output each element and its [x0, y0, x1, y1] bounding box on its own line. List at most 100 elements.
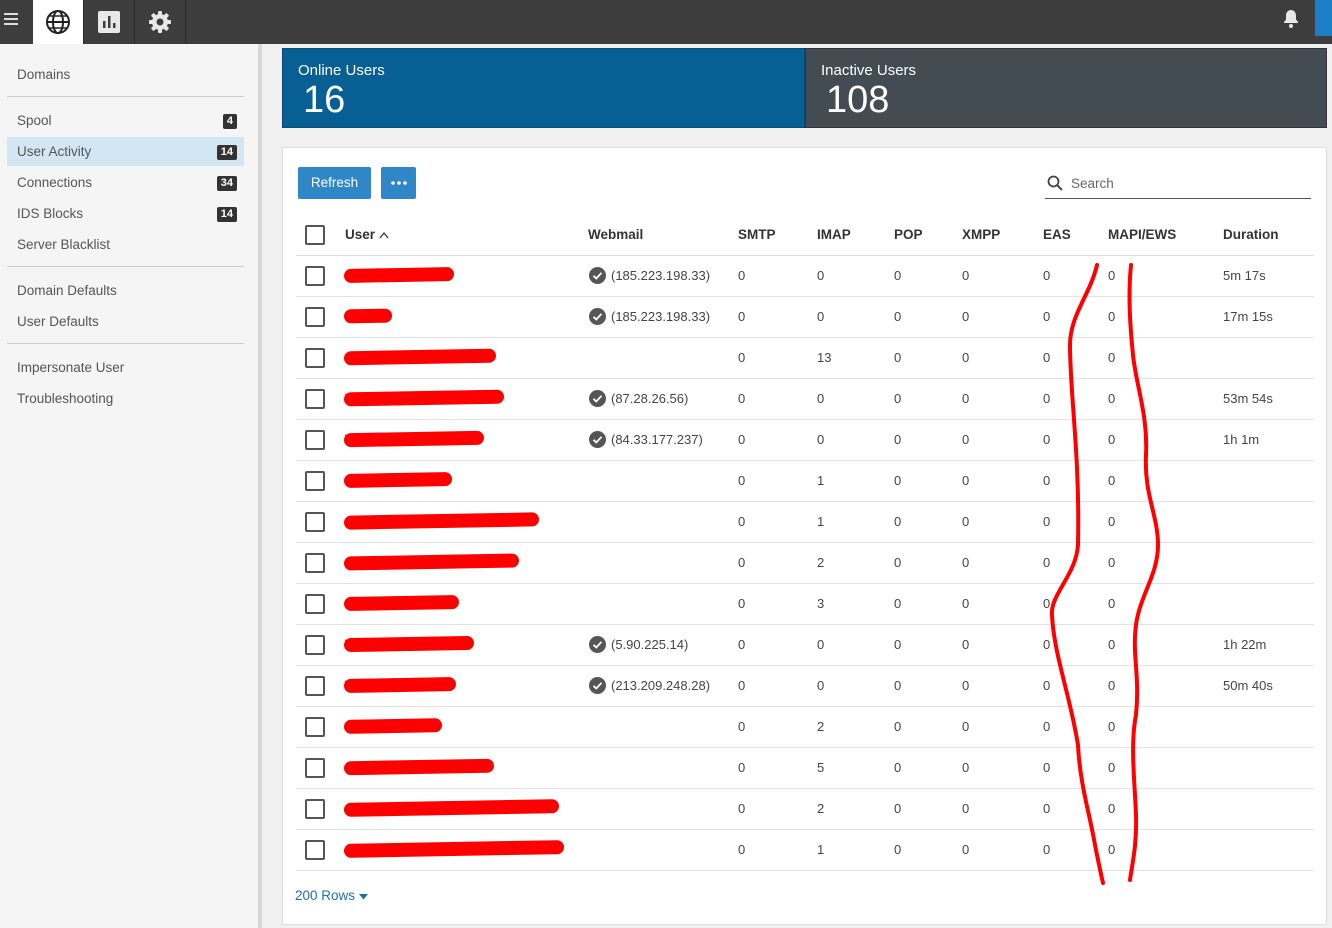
xmpp-cell: 0	[962, 350, 970, 365]
check-circle-icon	[589, 308, 606, 325]
pop-cell: 0	[894, 719, 902, 734]
redaction-mark	[343, 512, 540, 530]
row-checkbox[interactable]	[305, 307, 325, 327]
redaction-mark	[343, 840, 565, 858]
check-circle-icon	[589, 390, 606, 407]
row-checkbox[interactable]	[305, 594, 325, 614]
row-checkbox[interactable]	[305, 389, 325, 409]
redaction-mark	[343, 553, 520, 571]
inactive-users-card[interactable]: Inactive Users 108	[805, 48, 1327, 128]
sidebar-item-server-blacklist[interactable]: Server Blacklist	[7, 230, 244, 259]
imap-cell: 0	[817, 637, 825, 652]
webmail-cell: (87.28.26.56)	[589, 390, 688, 407]
redaction-mark	[343, 677, 457, 693]
tab-reports[interactable]	[84, 0, 135, 44]
duration-cell: 50m 40s	[1223, 678, 1273, 693]
sidebar-item-label: IDS Blocks	[17, 206, 84, 221]
imap-cell: 1	[817, 514, 825, 529]
online-users-card[interactable]: Online Users 16	[282, 48, 805, 128]
pop-cell: 0	[894, 391, 902, 406]
sidebar-item-domain-defaults[interactable]: Domain Defaults	[7, 276, 244, 305]
webmail-ip: (5.90.225.14)	[611, 637, 689, 652]
sidebar-resize-handle[interactable]	[258, 44, 262, 928]
row-checkbox[interactable]	[305, 799, 325, 819]
webmail-cell: (185.223.198.33)	[589, 267, 710, 284]
smtp-cell: 0	[738, 637, 746, 652]
caret-down-icon	[358, 894, 368, 900]
pop-cell: 0	[894, 678, 902, 693]
xmpp-cell: 0	[962, 678, 970, 693]
column-header-pop[interactable]: POP	[894, 227, 923, 242]
redaction-mark	[343, 348, 497, 366]
duration-cell: 5m 17s	[1223, 268, 1266, 283]
redaction-mark	[343, 758, 495, 776]
webmail-ip: (185.223.198.33)	[611, 268, 711, 283]
row-checkbox[interactable]	[305, 553, 325, 573]
tab-settings[interactable]	[135, 0, 186, 44]
row-checkbox[interactable]	[305, 717, 325, 737]
check-circle-icon	[589, 267, 606, 284]
sidebar-item-user-activity[interactable]: User Activity 14	[7, 137, 244, 166]
row-checkbox[interactable]	[305, 430, 325, 450]
sidebar-item-impersonate-user[interactable]: Impersonate User	[7, 353, 244, 382]
sidebar-item-troubleshooting[interactable]: Troubleshooting	[7, 384, 244, 413]
redaction-scribble	[1049, 263, 1161, 885]
row-checkbox[interactable]	[305, 471, 325, 491]
row-checkbox[interactable]	[305, 676, 325, 696]
more-actions-button[interactable]	[381, 167, 416, 199]
column-header-duration[interactable]: Duration	[1223, 227, 1279, 242]
smtp-cell: 0	[738, 514, 746, 529]
user-avatar[interactable]	[1315, 0, 1332, 36]
pop-cell: 0	[894, 555, 902, 570]
column-header-webmail[interactable]: Webmail	[588, 227, 643, 242]
smtp-cell: 0	[738, 309, 746, 324]
smtp-cell: 0	[738, 432, 746, 447]
online-users-count: 16	[303, 79, 346, 121]
imap-cell: 13	[817, 350, 832, 365]
hamburger-menu-icon[interactable]	[4, 10, 22, 28]
row-checkbox[interactable]	[305, 348, 325, 368]
column-header-mapi-ews[interactable]: MAPI/EWS	[1108, 227, 1176, 242]
refresh-button[interactable]: Refresh	[298, 167, 371, 199]
tab-domains[interactable]	[33, 0, 84, 44]
row-checkbox[interactable]	[305, 758, 325, 778]
column-header-user[interactable]: User	[345, 227, 389, 242]
column-header-xmpp[interactable]: XMPP	[962, 227, 1000, 242]
sidebar-item-user-defaults[interactable]: User Defaults	[7, 307, 244, 336]
sidebar-item-spool[interactable]: Spool 4	[7, 106, 244, 135]
sidebar-item-ids-blocks[interactable]: IDS Blocks 14	[7, 199, 244, 228]
imap-cell: 0	[817, 391, 825, 406]
imap-cell: 2	[817, 719, 825, 734]
notifications-bell-icon[interactable]	[1282, 9, 1300, 34]
pop-cell: 0	[894, 596, 902, 611]
sidebar-item-domains[interactable]: Domains	[7, 60, 244, 89]
xmpp-cell: 0	[962, 801, 970, 816]
smtp-cell: 0	[738, 268, 746, 283]
select-all-checkbox[interactable]	[305, 225, 325, 245]
row-checkbox[interactable]	[305, 840, 325, 860]
smtp-cell: 0	[738, 555, 746, 570]
sidebar-item-label: Connections	[17, 175, 93, 190]
row-checkbox[interactable]	[305, 512, 325, 532]
imap-cell: 0	[817, 432, 825, 447]
rows-per-page-dropdown[interactable]: 200 Rows	[295, 888, 368, 903]
webmail-ip: (185.223.198.33)	[611, 309, 711, 324]
column-header-smtp[interactable]: SMTP	[738, 227, 776, 242]
sidebar-item-label: Domains	[17, 67, 71, 82]
xmpp-cell: 0	[962, 391, 970, 406]
xmpp-cell: 0	[962, 596, 970, 611]
column-header-imap[interactable]: IMAP	[817, 227, 851, 242]
search-input[interactable]	[1071, 172, 1301, 194]
row-checkbox[interactable]	[305, 635, 325, 655]
xmpp-cell: 0	[962, 309, 970, 324]
bar-chart-icon	[98, 11, 120, 33]
row-checkbox[interactable]	[305, 266, 325, 286]
duration-cell: 17m 15s	[1223, 309, 1273, 324]
sidebar-item-connections[interactable]: Connections 34	[7, 168, 244, 197]
check-circle-icon	[589, 636, 606, 653]
xmpp-cell: 0	[962, 760, 970, 775]
redaction-mark	[343, 472, 453, 488]
sidebar-divider	[7, 343, 244, 344]
column-header-eas[interactable]: EAS	[1043, 227, 1071, 242]
pop-cell: 0	[894, 801, 902, 816]
